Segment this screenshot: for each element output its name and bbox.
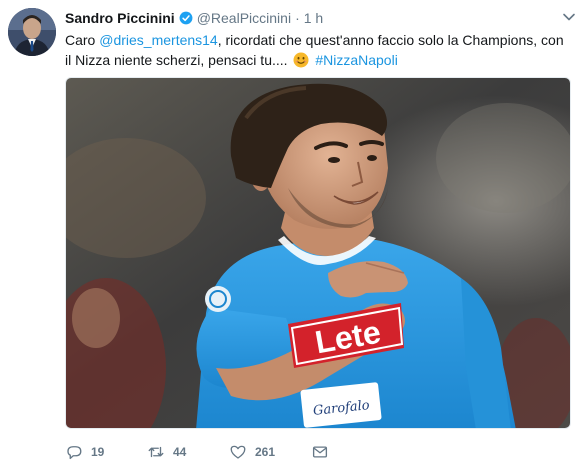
tweet-photo[interactable]: Lete Garofalo — [65, 77, 571, 429]
smiling-face-emoji — [293, 52, 309, 68]
retweet-icon — [148, 446, 164, 458]
player-photo: Lete Garofalo — [66, 78, 570, 428]
reply-icon — [67, 446, 82, 460]
avatar-image — [8, 8, 56, 56]
hashtag-link[interactable]: #NizzaNapoli — [315, 52, 397, 68]
separator-dot: · — [295, 10, 300, 26]
author-handle[interactable]: @RealPiccinini — [197, 10, 291, 26]
tweet-timestamp[interactable]: 1 h — [304, 10, 323, 26]
avatar[interactable] — [8, 8, 56, 56]
retweet-count: 44 — [173, 445, 187, 459]
retweet-button[interactable]: 44 — [147, 443, 229, 461]
tweet-card: Sandro Piccinini @RealPiccinini · 1 h Ca… — [0, 0, 586, 463]
tweet-actions: 19 44 261 — [65, 440, 329, 463]
mention-link[interactable]: @dries_mertens14 — [99, 32, 218, 48]
tweet-text-prefix: Caro — [65, 32, 100, 48]
reply-button[interactable]: 19 — [65, 443, 147, 461]
tweet-header: Sandro Piccinini @RealPiccinini · 1 h — [65, 8, 546, 28]
like-button[interactable]: 261 — [229, 443, 311, 461]
tweet-text: Caro @dries_mertens14, ricordati che que… — [65, 30, 570, 70]
jersey-badge-logo: Garofalo — [300, 382, 382, 428]
verified-badge-icon — [179, 11, 193, 25]
direct-message-button[interactable] — [311, 443, 329, 461]
reply-count: 19 — [91, 445, 105, 459]
envelope-icon — [312, 446, 328, 458]
like-count: 261 — [255, 445, 276, 459]
chevron-down-icon[interactable] — [562, 10, 576, 24]
heart-icon — [230, 445, 246, 459]
author-name[interactable]: Sandro Piccinini — [65, 10, 175, 26]
